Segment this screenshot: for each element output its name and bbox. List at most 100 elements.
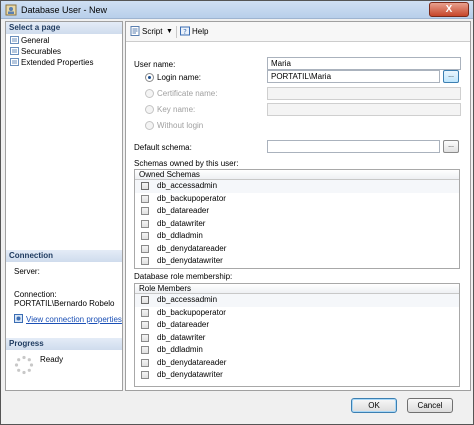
schema-name: db_accessadmin — [157, 181, 218, 190]
schema-checkbox[interactable] — [141, 182, 149, 190]
schema-row[interactable]: db_ddladmin — [135, 230, 459, 243]
help-icon: ? — [180, 26, 190, 36]
select-page-header: Select a page — [6, 22, 122, 34]
connection-label: Connection: — [14, 290, 57, 299]
role-row[interactable]: db_denydatawriter — [135, 369, 459, 382]
role-row[interactable]: db_accessadmin — [135, 294, 459, 307]
schema-row[interactable]: db_denydatareader — [135, 243, 459, 256]
certificate-name-radio[interactable] — [145, 89, 154, 98]
general-page: Script ▼ ? Help User name: Maria Login na… — [125, 21, 471, 391]
role-row[interactable]: db_denydatareader — [135, 357, 459, 370]
schema-checkbox[interactable] — [141, 219, 149, 228]
login-name-label: Login name: — [157, 73, 202, 82]
role-name: db_ddladmin — [157, 345, 203, 354]
script-label: Script — [142, 27, 163, 36]
login-name-radio[interactable] — [145, 73, 154, 82]
page-general[interactable]: General — [10, 35, 49, 46]
role-members-header: Role Members — [135, 284, 459, 294]
page-label: Securables — [21, 47, 62, 56]
user-name-input[interactable]: Maria — [267, 57, 461, 70]
schema-row[interactable]: db_accessadmin — [135, 180, 459, 193]
schemas-owned-label: Schemas owned by this user: — [134, 159, 239, 168]
role-name: db_denydatawriter — [157, 370, 223, 379]
progress-header: Progress — [6, 338, 122, 350]
role-name: db_accessadmin — [157, 295, 218, 304]
schema-checkbox[interactable] — [141, 257, 149, 265]
schema-row[interactable]: db_denydatawriter — [135, 255, 459, 268]
script-button[interactable]: Script — [130, 26, 162, 38]
help-label: Help — [192, 27, 209, 36]
schema-checkbox[interactable] — [141, 207, 149, 215]
without-login-label: Without login — [157, 121, 204, 130]
schema-name: db_datawriter — [157, 218, 206, 228]
role-row[interactable]: db_backupoperator — [135, 307, 459, 320]
owned-schemas-grid[interactable]: Owned Schemas db_accessadmin db_backupop… — [134, 169, 460, 269]
progress-status: Ready — [40, 355, 64, 364]
page-securables[interactable]: Securables — [10, 46, 61, 57]
schema-name: db_backupoperator — [157, 193, 226, 203]
role-checkbox[interactable] — [141, 346, 149, 354]
role-members-grid[interactable]: Role Members db_accessadmin db_backupope… — [134, 283, 460, 387]
role-row[interactable]: db_datareader — [135, 319, 459, 332]
schema-name: db_denydatareader — [157, 243, 227, 253]
role-checkbox[interactable] — [141, 371, 149, 379]
login-name-input[interactable]: PORTATIL\Maria — [267, 70, 440, 83]
schema-row[interactable]: db_datareader — [135, 205, 459, 218]
role-name: db_datawriter — [157, 332, 206, 342]
page-icon — [10, 58, 19, 66]
schema-checkbox[interactable] — [141, 194, 149, 203]
toolbar-separator — [176, 26, 177, 38]
default-schema-input[interactable] — [267, 140, 440, 153]
role-checkbox[interactable] — [141, 296, 149, 304]
page-extended-properties[interactable]: Extended Properties — [10, 57, 94, 68]
chevron-down-icon: ▼ — [166, 28, 173, 35]
key-name-radio[interactable] — [145, 105, 154, 114]
server-label: Server: — [14, 267, 40, 276]
page-icon — [10, 47, 19, 55]
close-button[interactable]: X — [429, 2, 469, 17]
script-icon — [130, 26, 140, 36]
title-bar[interactable]: Database User - New X — [1, 1, 473, 19]
window-title: Database User - New — [21, 5, 108, 15]
role-checkbox[interactable] — [141, 321, 149, 329]
role-checkbox[interactable] — [141, 333, 149, 342]
page-label: Extended Properties — [21, 58, 94, 67]
certificate-name-label: Certificate name: — [157, 89, 218, 98]
schema-browse-button[interactable]: ... — [443, 140, 459, 153]
properties-icon — [14, 314, 23, 323]
owned-schemas-header: Owned Schemas — [135, 170, 459, 180]
certificate-name-input — [267, 87, 461, 100]
database-user-icon — [5, 4, 17, 16]
schema-row[interactable]: db_backupoperator — [135, 193, 459, 206]
svg-text:?: ? — [183, 28, 187, 36]
schema-checkbox[interactable] — [141, 244, 149, 253]
role-name: db_datareader — [157, 320, 210, 329]
role-checkbox[interactable] — [141, 308, 149, 317]
role-membership-label: Database role membership: — [134, 272, 233, 281]
role-name: db_denydatareader — [157, 357, 227, 367]
key-name-input — [267, 103, 461, 116]
role-name: db_backupoperator — [157, 307, 226, 317]
login-browse-button[interactable]: ... — [443, 70, 459, 83]
schema-name: db_datareader — [157, 206, 210, 215]
role-checkbox[interactable] — [141, 358, 149, 367]
ok-button[interactable]: OK — [351, 398, 397, 413]
left-pane: Select a page General Securables Extende… — [5, 21, 123, 391]
connection-value: PORTATIL\Bernardo Robelo — [14, 299, 115, 308]
schema-checkbox[interactable] — [141, 232, 149, 240]
connection-header: Connection — [6, 250, 122, 262]
script-dropdown[interactable]: ▼ — [166, 26, 173, 38]
page-label: General — [21, 36, 50, 45]
role-row[interactable]: db_datawriter — [135, 332, 459, 345]
view-connection-properties-link[interactable]: View connection properties — [14, 314, 122, 324]
schema-name: db_denydatawriter — [157, 256, 223, 265]
key-name-label: Key name: — [157, 105, 196, 114]
cancel-button[interactable]: Cancel — [407, 398, 453, 413]
view-connection-link-label: View connection properties — [26, 315, 122, 324]
without-login-radio[interactable] — [145, 121, 154, 130]
role-row[interactable]: db_ddladmin — [135, 344, 459, 357]
help-button[interactable]: ? Help — [180, 26, 208, 38]
database-user-dialog: Database User - New X Select a page Gene… — [0, 0, 474, 425]
schema-row[interactable]: db_datawriter — [135, 218, 459, 231]
user-name-label: User name: — [134, 60, 176, 69]
